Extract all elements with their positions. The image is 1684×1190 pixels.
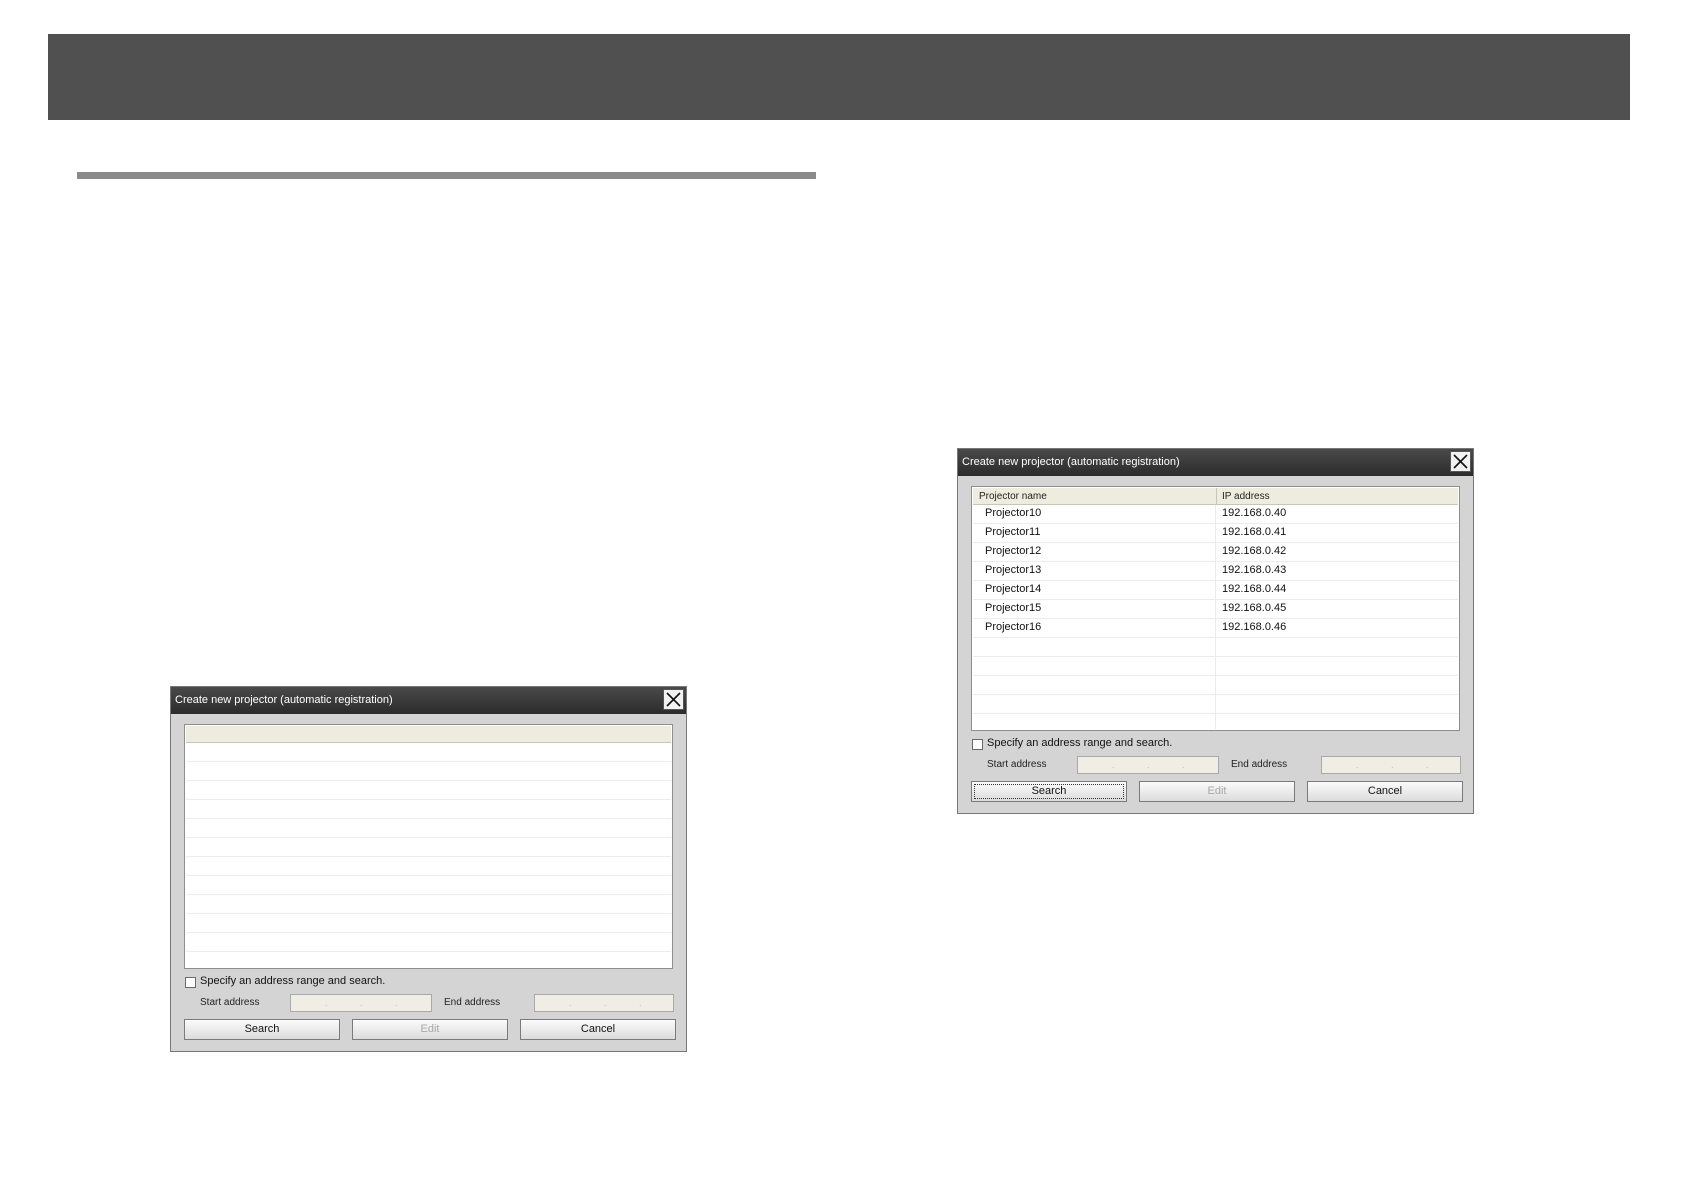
- table-row[interactable]: Projector10 192.168.0.40: [973, 505, 1458, 524]
- list-row-empty: [973, 676, 1458, 695]
- list-body: Projector10 192.168.0.40 Projector11 192.16…: [973, 505, 1458, 729]
- projector-name-cell: Projector14: [985, 583, 1042, 595]
- dialog-results: Create new projector (automatic registra…: [957, 448, 1474, 814]
- projector-name-cell: Projector16: [985, 621, 1042, 633]
- list-row-empty: [973, 714, 1458, 729]
- section-divider: [77, 172, 816, 179]
- start-address-field[interactable]: ...: [290, 994, 432, 1012]
- ip-address-cell: 192.168.0.46: [1222, 621, 1287, 633]
- ip-address-cell: 192.168.0.45: [1222, 602, 1287, 614]
- edit-button[interactable]: Edit: [1139, 781, 1295, 802]
- address-range-checkbox[interactable]: [185, 977, 196, 988]
- start-address-label: Start address: [987, 759, 1047, 770]
- start-address-label: Start address: [200, 997, 260, 1008]
- list-header: [186, 726, 671, 743]
- search-button[interactable]: Search: [971, 781, 1127, 802]
- projector-name-cell: Projector11: [985, 526, 1041, 538]
- list-row-empty: [186, 857, 671, 876]
- address-range-label: Specify an address range and search.: [200, 975, 386, 987]
- end-address-field[interactable]: ...: [1321, 756, 1461, 774]
- close-button[interactable]: [663, 689, 684, 710]
- end-address-label: End address: [444, 997, 501, 1008]
- table-row[interactable]: Projector15 192.168.0.45: [973, 600, 1458, 619]
- column-header-ip-address[interactable]: IP address: [1222, 491, 1270, 502]
- ip-address-cell: 192.168.0.43: [1222, 564, 1287, 576]
- dialog-title: Create new projector (automatic registra…: [962, 456, 1180, 468]
- dialog-titlebar: Create new projector (automatic registra…: [958, 449, 1473, 476]
- list-header: Projector name IP address: [973, 488, 1458, 505]
- projector-name-cell: Projector13: [985, 564, 1042, 576]
- list-row-empty: [186, 914, 671, 933]
- list-row-empty: [186, 952, 671, 967]
- projector-list[interactable]: [184, 724, 673, 969]
- dialog-title: Create new projector (automatic registra…: [175, 694, 393, 706]
- table-row[interactable]: Projector11 192.168.0.41: [973, 524, 1458, 543]
- projector-name-cell: Projector10: [985, 507, 1042, 519]
- list-row-empty: [973, 638, 1458, 657]
- table-row[interactable]: Projector12 192.168.0.42: [973, 543, 1458, 562]
- ip-address-cell: 192.168.0.44: [1222, 583, 1287, 595]
- ip-address-cell: 192.168.0.40: [1222, 507, 1287, 519]
- projector-name-cell: Projector12: [985, 545, 1042, 557]
- address-range-label: Specify an address range and search.: [987, 737, 1173, 749]
- close-icon: [666, 692, 681, 707]
- column-header-projector-name[interactable]: Projector name: [979, 491, 1047, 502]
- list-row-empty: [186, 819, 671, 838]
- ip-address-cell: 192.168.0.41: [1222, 526, 1287, 538]
- ip-address-cell: 192.168.0.42: [1222, 545, 1287, 557]
- list-row-empty: [973, 695, 1458, 714]
- search-button[interactable]: Search: [184, 1019, 340, 1040]
- close-icon: [1453, 454, 1468, 469]
- projector-name-cell: Projector15: [985, 602, 1042, 614]
- list-row-empty: [186, 838, 671, 857]
- table-row[interactable]: Projector13 192.168.0.43: [973, 562, 1458, 581]
- address-range-checkbox[interactable]: [972, 739, 983, 750]
- list-row-empty: [186, 743, 671, 762]
- table-row[interactable]: Projector16 192.168.0.46: [973, 619, 1458, 638]
- list-row-empty: [186, 762, 671, 781]
- dialog-empty: Create new projector (automatic registra…: [170, 686, 687, 1052]
- dialog-titlebar: Create new projector (automatic registra…: [171, 687, 686, 714]
- end-address-field[interactable]: ...: [534, 994, 674, 1012]
- list-row-empty: [186, 933, 671, 952]
- close-button[interactable]: [1450, 451, 1471, 472]
- cancel-button[interactable]: Cancel: [1307, 781, 1463, 802]
- cancel-button[interactable]: Cancel: [520, 1019, 676, 1040]
- end-address-label: End address: [1231, 759, 1288, 770]
- list-row-empty: [973, 657, 1458, 676]
- list-row-empty: [186, 895, 671, 914]
- list-row-empty: [186, 781, 671, 800]
- list-row-empty: [186, 876, 671, 895]
- edit-button[interactable]: Edit: [352, 1019, 508, 1040]
- table-row[interactable]: Projector14 192.168.0.44: [973, 581, 1458, 600]
- list-body: [186, 743, 671, 967]
- projector-list[interactable]: Projector name IP address Projector10 192…: [971, 486, 1460, 731]
- page-header-band: [48, 34, 1630, 120]
- start-address-field[interactable]: ...: [1077, 756, 1219, 774]
- list-row-empty: [186, 800, 671, 819]
